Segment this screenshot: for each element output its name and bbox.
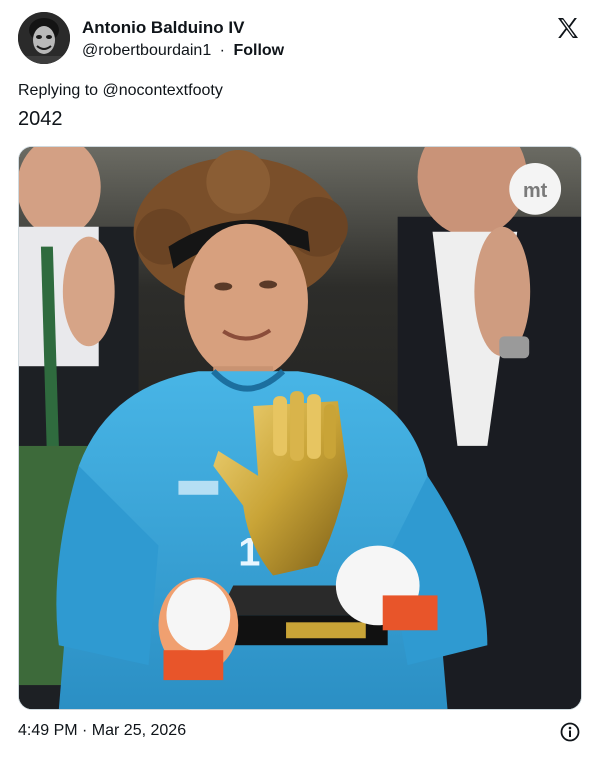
avatar-image xyxy=(18,12,70,64)
author-handle-row: @robertbourdain1 · Follow xyxy=(82,42,284,60)
tweet-header: Antonio Balduino IV @robertbourdain1 · F… xyxy=(18,12,582,68)
reply-context: Replying to @nocontextfooty xyxy=(18,82,223,100)
info-icon[interactable] xyxy=(560,722,580,742)
tweet-footer: 4:49 PM · Mar 25, 2026 xyxy=(18,722,582,744)
watermark-text: mt xyxy=(523,180,548,202)
follow-button[interactable]: Follow xyxy=(233,42,284,59)
x-logo-icon[interactable] xyxy=(556,16,580,40)
author-handle[interactable]: @robertbourdain1 xyxy=(82,42,211,59)
author-name[interactable]: Antonio Balduino IV xyxy=(82,18,244,38)
tweet-timestamp[interactable]: 4:49 PM · Mar 25, 2026 xyxy=(18,722,186,740)
tweet-text: 2042 xyxy=(18,108,63,130)
avatar[interactable] xyxy=(18,12,70,64)
reply-prefix: Replying to xyxy=(18,82,103,99)
separator-dot: · xyxy=(219,42,225,59)
reply-mention-link[interactable]: @nocontextfooty xyxy=(103,82,223,99)
media-photo: mt 1 xyxy=(19,147,581,709)
tweet-media[interactable]: mt 1 xyxy=(18,146,582,710)
